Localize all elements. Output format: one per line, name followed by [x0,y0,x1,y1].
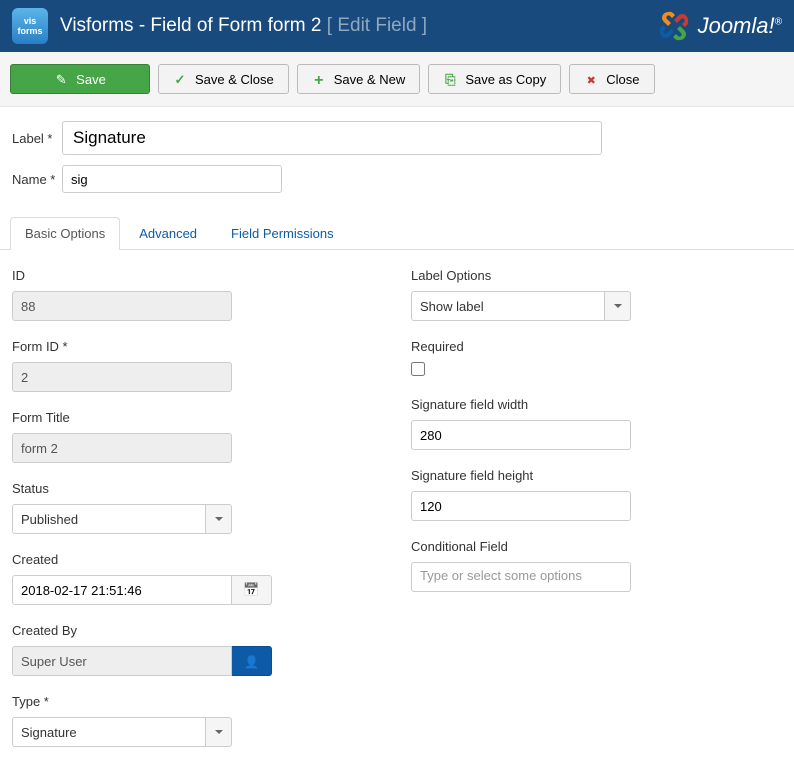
left-column: ID Form ID * Form Title Status Published… [12,268,383,765]
cancel-icon [584,72,598,86]
check-icon [173,72,187,86]
form-title-input [12,433,232,463]
conditional-field-select[interactable]: Type or select some options [411,562,631,592]
required-checkbox[interactable] [411,362,425,376]
name-input[interactable] [62,165,282,193]
save-new-button[interactable]: Save & New [297,64,421,94]
joomla-logo: Joomla!® [656,8,782,44]
label-options-value: Show label [411,291,605,321]
type-label: Type * [12,694,383,709]
label-options-select[interactable]: Show label [411,291,631,321]
save-button[interactable]: Save [10,64,150,94]
sig-height-input[interactable] [411,491,631,521]
app-header: vis forms Visforms - Field of Form form … [0,0,794,52]
created-label: Created [12,552,383,567]
form-title-label: Form Title [12,410,383,425]
status-select[interactable]: Published [12,504,232,534]
status-label: Status [12,481,383,496]
save-copy-button[interactable]: Save as Copy [428,64,561,94]
chevron-down-icon[interactable] [605,291,631,321]
calendar-button[interactable] [232,575,272,605]
chevron-down-icon[interactable] [206,717,232,747]
action-toolbar: Save Save & Close Save & New Save as Cop… [0,52,794,107]
user-icon [244,654,259,669]
sig-height-label: Signature field height [411,468,782,483]
apply-icon [54,72,68,86]
form-id-label: Form ID * [12,339,383,354]
tab-advanced[interactable]: Advanced [124,217,212,249]
type-select[interactable]: Signature [12,717,232,747]
copy-icon [443,72,457,86]
tab-bar: Basic Options Advanced Field Permissions [0,217,794,250]
tab-basic-options[interactable]: Basic Options [10,217,120,250]
joomla-icon [656,8,692,44]
close-button[interactable]: Close [569,64,654,94]
right-column: Label Options Show label Required Signat… [411,268,782,765]
sig-width-input[interactable] [411,420,631,450]
joomla-text: Joomla!® [698,13,782,39]
created-by-input [12,646,232,676]
tab-field-permissions[interactable]: Field Permissions [216,217,349,249]
label-input[interactable] [62,121,602,155]
conditional-field-label: Conditional Field [411,539,782,554]
save-close-button[interactable]: Save & Close [158,64,289,94]
page-title: Visforms - Field of Form form 2 [ Edit F… [60,15,656,37]
status-select-value: Published [12,504,206,534]
label-options-label: Label Options [411,268,782,283]
id-input [12,291,232,321]
basic-options-panel: ID Form ID * Form Title Status Published… [0,250,794,783]
visforms-app-icon: vis forms [12,8,48,44]
id-label: ID [12,268,383,283]
required-label: Required [411,339,782,354]
created-input[interactable] [12,575,232,605]
form-id-input [12,362,232,392]
calendar-icon [243,582,259,598]
user-picker-button[interactable] [232,646,272,676]
chevron-down-icon[interactable] [206,504,232,534]
sig-width-label: Signature field width [411,397,782,412]
created-by-label: Created By [12,623,383,638]
plus-icon [312,72,326,86]
name-label: Name * [12,172,62,187]
form-header-fields: Label * Name * [0,107,794,211]
label-label: Label * [12,131,62,146]
type-select-value: Signature [12,717,206,747]
